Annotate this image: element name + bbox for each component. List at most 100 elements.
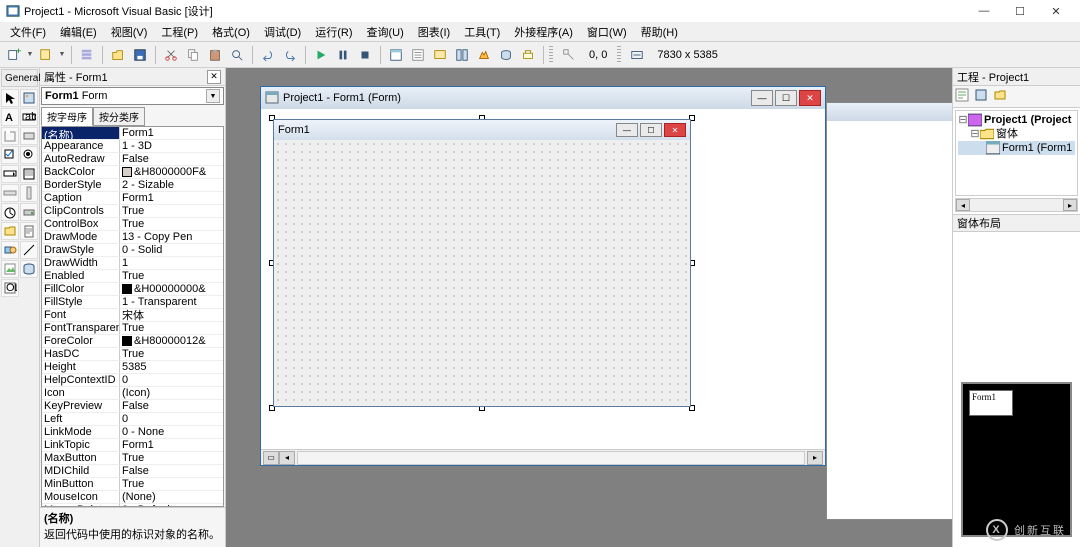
project-tree[interactable]: ⊟Project1 (Project ⊟窗体 Form1 (Form1 [955, 110, 1078, 196]
tool-drive[interactable] [20, 203, 38, 221]
menu-item[interactable]: 格式(O) [206, 23, 256, 41]
toggle-folders-button[interactable] [993, 88, 1011, 106]
close-button[interactable]: ✕ [1038, 1, 1074, 21]
property-row[interactable]: HelpContextID0 [42, 374, 223, 387]
tool-option[interactable] [20, 146, 38, 164]
open-button[interactable] [108, 45, 128, 65]
tool-listbox[interactable] [20, 165, 38, 183]
dropdown-arrow-icon[interactable]: ▼ [206, 89, 220, 103]
menu-item[interactable]: 图表(I) [412, 23, 456, 41]
tree-scroll-right[interactable]: ▸ [1063, 199, 1077, 211]
undo-button[interactable] [258, 45, 278, 65]
toolbox-button[interactable] [474, 45, 494, 65]
tool-hscroll[interactable] [1, 184, 19, 202]
menu-item[interactable]: 编辑(E) [54, 23, 103, 41]
properties-button[interactable] [408, 45, 428, 65]
property-row[interactable]: EnabledTrue [42, 270, 223, 283]
property-row[interactable]: BackColor&H8000000F& [42, 166, 223, 179]
paste-button[interactable] [205, 45, 225, 65]
find-button[interactable] [227, 45, 247, 65]
layout-miniform[interactable]: Form1 [969, 390, 1013, 416]
property-row[interactable]: MDIChildFalse [42, 465, 223, 478]
object-browser-button[interactable] [452, 45, 472, 65]
tool-dir[interactable] [1, 222, 19, 240]
tree-scroll-track[interactable] [970, 199, 1063, 211]
tool-label[interactable]: A [1, 108, 19, 126]
property-row[interactable]: CaptionForm1 [42, 192, 223, 205]
toolbox-tab-general[interactable]: General [1, 69, 38, 87]
menu-item[interactable]: 文件(F) [4, 23, 52, 41]
property-row[interactable]: MinButtonTrue [42, 478, 223, 491]
component-button[interactable] [518, 45, 538, 65]
form-maximize-button[interactable]: ☐ [640, 123, 662, 137]
property-row[interactable]: (名称)Form1 [42, 127, 223, 140]
form-grid-area[interactable] [274, 140, 690, 406]
menu-editor-button[interactable] [77, 45, 97, 65]
tool-checkbox[interactable] [1, 146, 19, 164]
property-row[interactable]: Left0 [42, 413, 223, 426]
scroll-right-button[interactable]: ▸ [807, 451, 823, 465]
toolbar-grip[interactable] [617, 46, 621, 64]
minimize-button[interactable]: — [966, 1, 1002, 21]
property-row[interactable]: ClipControlsTrue [42, 205, 223, 218]
project-explorer-button[interactable] [386, 45, 406, 65]
form-layout-pane[interactable]: Form1 [953, 232, 1080, 547]
hscroll-track[interactable] [297, 451, 805, 465]
view-object-button[interactable] [974, 88, 992, 106]
project-root[interactable]: Project1 (Project [984, 113, 1071, 127]
property-row[interactable]: ForeColor&H80000012& [42, 335, 223, 348]
property-row[interactable]: AutoRedrawFalse [42, 153, 223, 166]
stop-button[interactable] [355, 45, 375, 65]
redo-button[interactable] [280, 45, 300, 65]
menu-item[interactable]: 调试(D) [258, 23, 307, 41]
property-row[interactable]: KeyPreviewFalse [42, 400, 223, 413]
tool-file[interactable] [20, 222, 38, 240]
property-row[interactable]: MouseIcon(None) [42, 491, 223, 504]
tool-ole[interactable]: OLE [1, 279, 19, 297]
property-row[interactable]: Font宋体 [42, 309, 223, 322]
project-form-node[interactable]: Form1 (Form1 [1002, 141, 1072, 155]
property-row[interactable]: DrawWidth1 [42, 257, 223, 270]
tool-timer[interactable] [1, 203, 19, 221]
view-code-button[interactable] [955, 88, 973, 106]
property-row[interactable]: LinkMode0 - None [42, 426, 223, 439]
tool-button[interactable] [20, 127, 38, 145]
tab-alphabetic[interactable]: 按字母序 [41, 107, 93, 126]
form-close-button[interactable]: ✕ [664, 123, 686, 137]
property-row[interactable]: DrawStyle0 - Solid [42, 244, 223, 257]
property-row[interactable]: FillStyle1 - Transparent [42, 296, 223, 309]
menu-item[interactable]: 帮助(H) [635, 23, 684, 41]
tab-categorized[interactable]: 按分类序 [93, 107, 145, 126]
tool-textbox[interactable]: ab [20, 108, 38, 126]
tree-scroll-left[interactable]: ◂ [956, 199, 970, 211]
menu-item[interactable]: 视图(V) [105, 23, 154, 41]
properties-close-button[interactable]: ✕ [207, 70, 221, 84]
property-row[interactable]: FillColor&H00000000& [42, 283, 223, 296]
tool-image[interactable] [1, 260, 19, 278]
splitter-button[interactable]: ▭ [263, 451, 279, 465]
object-selector[interactable]: Form1 Form ▼ [41, 87, 224, 105]
tool-combobox[interactable] [1, 165, 19, 183]
toolbar-grip[interactable] [549, 46, 553, 64]
property-row[interactable]: HasDCTrue [42, 348, 223, 361]
property-row[interactable]: ControlBoxTrue [42, 218, 223, 231]
project-folder[interactable]: 窗体 [996, 127, 1018, 141]
tool-shape[interactable] [1, 241, 19, 259]
data-view-button[interactable] [496, 45, 516, 65]
tool-pointer[interactable] [1, 89, 19, 107]
menu-item[interactable]: 工具(T) [458, 23, 506, 41]
menu-item[interactable]: 外接程序(A) [508, 23, 579, 41]
property-row[interactable]: Height5385 [42, 361, 223, 374]
scroll-left-button[interactable]: ◂ [279, 451, 295, 465]
menu-item[interactable]: 窗口(W) [581, 23, 633, 41]
tool-picturebox[interactable] [20, 89, 38, 107]
add-project-button[interactable]: + [4, 45, 24, 65]
run-button[interactable] [311, 45, 331, 65]
pause-button[interactable] [333, 45, 353, 65]
designer-close-button[interactable]: ✕ [799, 90, 821, 106]
menu-item[interactable]: 查询(U) [361, 23, 410, 41]
form-minimize-button[interactable]: — [616, 123, 638, 137]
form-designer-window[interactable]: Project1 - Form1 (Form) — ☐ ✕ [260, 86, 826, 466]
add-form-button[interactable] [36, 45, 56, 65]
tool-vscroll[interactable] [20, 184, 38, 202]
